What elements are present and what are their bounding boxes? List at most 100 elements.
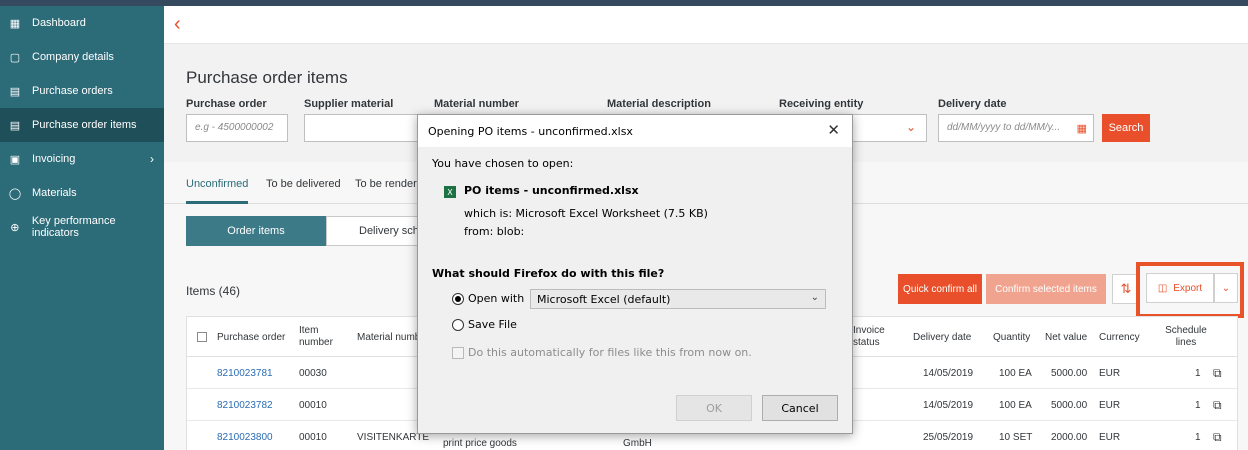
application-select[interactable]: Microsoft Excel (default) ⌄ xyxy=(530,289,826,309)
items-count: Items (46) xyxy=(186,284,241,298)
sidebar-item-label: Dashboard xyxy=(32,17,86,29)
save-file-radio[interactable] xyxy=(452,319,464,331)
supplier-material-input[interactable] xyxy=(304,114,418,142)
dashboard-icon: ▦ xyxy=(9,17,21,30)
confirm-selected-items-button[interactable]: Confirm selected items xyxy=(986,274,1106,304)
header-quantity[interactable]: Quantity xyxy=(993,317,1030,357)
chevron-down-icon: ⌄ xyxy=(810,292,819,303)
tab-to-be-rendered[interactable]: To be rendered xyxy=(355,178,421,190)
header-purchase-order[interactable]: Purchase order xyxy=(217,317,285,357)
calendar-icon[interactable]: ▦ xyxy=(1077,122,1087,135)
ok-button[interactable]: OK xyxy=(676,395,752,421)
select-all-checkbox[interactable] xyxy=(197,317,207,357)
delivery-date-cell: 14/05/2019 xyxy=(923,399,974,411)
delivery-date-label: Delivery date xyxy=(938,98,1007,110)
po-link[interactable]: 8210023800 xyxy=(217,421,273,450)
schedule-lines-cell: 1 xyxy=(1195,367,1201,379)
item-number-cell: 00010 xyxy=(299,431,327,443)
sidebar: ▦ Dashboard ▢ Company details ▤ Purchase… xyxy=(0,6,164,450)
net-value-cell: 5000.00 xyxy=(1051,367,1088,379)
active-tab-indicator xyxy=(186,201,248,204)
open-with-radio[interactable] xyxy=(452,293,464,305)
invoice-icon: ▣ xyxy=(9,153,21,166)
open-external-icon[interactable]: ⧉ xyxy=(1213,357,1222,389)
auto-action-checkbox[interactable] xyxy=(452,347,464,359)
save-file-label[interactable]: Save File xyxy=(468,318,517,331)
sidebar-item-kpi[interactable]: ⊕ Key performance indicators xyxy=(0,210,164,244)
sidebar-item-materials[interactable]: ◯ Materials xyxy=(0,176,164,210)
sidebar-item-invoicing[interactable]: ▣ Invoicing › xyxy=(0,142,164,176)
dialog-filename: PO items - unconfirmed.xlsx xyxy=(464,184,639,197)
po-link[interactable]: 8210023781 xyxy=(217,357,273,389)
list-icon: ▤ xyxy=(9,119,21,132)
delivery-date-input[interactable]: dd/MM/yyyy to dd/MM/y... ▦ xyxy=(938,114,1094,142)
open-with-label[interactable]: Open with xyxy=(468,292,524,305)
receiving-entity-label: Receiving entity xyxy=(779,98,864,110)
currency-cell: EUR xyxy=(1099,399,1121,411)
material-description-label: Material description xyxy=(607,98,711,110)
header-invoice-status[interactable]: Invoice status xyxy=(853,317,893,357)
sidebar-item-label: Invoicing xyxy=(32,153,76,165)
cancel-button[interactable]: Cancel xyxy=(762,395,838,421)
building-icon: ▢ xyxy=(9,51,21,64)
header-item-number[interactable]: Item number xyxy=(299,317,339,357)
quantity-cell: 100 EA xyxy=(999,399,1032,411)
sidebar-item-label: Purchase order items xyxy=(32,119,137,131)
open-external-icon[interactable]: ⧉ xyxy=(1213,389,1222,421)
search-button[interactable]: Search xyxy=(1102,114,1150,142)
quantity-cell: 100 EA xyxy=(999,367,1032,379)
download-dialog: Opening PO items - unconfirmed.xlsx ✕ Yo… xyxy=(417,114,853,434)
schedule-lines-cell: 1 xyxy=(1195,431,1201,443)
application-select-value: Microsoft Excel (default) xyxy=(537,293,671,306)
item-number-cell: 00010 xyxy=(299,399,327,411)
sidebar-item-dashboard[interactable]: ▦ Dashboard xyxy=(0,6,164,40)
purchase-order-input[interactable]: e.g - 4500000002 xyxy=(186,114,288,142)
dialog-file-type: which is: Microsoft Excel Worksheet (7.5… xyxy=(464,207,708,220)
open-external-icon[interactable]: ⧉ xyxy=(1213,421,1222,450)
close-icon[interactable]: ✕ xyxy=(827,121,840,139)
chevron-down-icon: ⌄ xyxy=(906,120,917,134)
sidebar-item-label: Company details xyxy=(32,51,114,63)
back-chevron-icon[interactable]: ‹ xyxy=(174,14,181,34)
sidebar-item-label: Key performance indicators xyxy=(31,215,116,239)
delivery-date-cell: 25/05/2019 xyxy=(923,431,974,443)
sidebar-item-label: Purchase orders xyxy=(32,85,113,97)
quick-confirm-all-button[interactable]: Quick confirm all xyxy=(898,274,982,304)
sidebar-item-purchase-orders[interactable]: ▤ Purchase orders xyxy=(0,74,164,108)
material-number-label: Material number xyxy=(434,98,519,110)
purchase-order-label: Purchase order xyxy=(186,98,267,110)
materials-icon: ◯ xyxy=(8,187,22,200)
schedule-lines-cell: 1 xyxy=(1195,399,1201,411)
dialog-question: What should Firefox do with this file? xyxy=(432,267,665,280)
header-currency[interactable]: Currency xyxy=(1099,317,1140,357)
highlight-box xyxy=(1136,262,1244,318)
po-link[interactable]: 8210023782 xyxy=(217,389,273,421)
tab-unconfirmed[interactable]: Unconfirmed xyxy=(186,178,248,190)
currency-cell: EUR xyxy=(1099,367,1121,379)
sidebar-item-purchase-order-items[interactable]: ▤ Purchase order items xyxy=(0,108,164,142)
kpi-icon: ⊕ xyxy=(10,221,20,234)
sidebar-item-company-details[interactable]: ▢ Company details xyxy=(0,40,164,74)
sidebar-item-label: Materials xyxy=(32,187,77,199)
quantity-cell: 10 SET xyxy=(999,431,1033,443)
net-value-cell: 5000.00 xyxy=(1051,399,1088,411)
segment-delivery-schedules[interactable]: Delivery schedules xyxy=(326,216,418,246)
tab-to-be-delivered[interactable]: To be delivered xyxy=(266,178,341,190)
header-schedule-lines[interactable]: Schedule lines xyxy=(1165,317,1207,357)
segment-order-items[interactable]: Order items xyxy=(186,216,326,246)
dialog-title: Opening PO items - unconfirmed.xlsx xyxy=(428,125,633,138)
supplier-material-label: Supplier material xyxy=(304,98,394,110)
dialog-file-source: from: blob: xyxy=(464,225,525,238)
dialog-chosen-text: You have chosen to open: xyxy=(432,157,574,170)
auto-action-label: Do this automatically for files like thi… xyxy=(468,346,752,359)
delivery-date-cell: 14/05/2019 xyxy=(923,367,974,379)
page-title: Purchase order items xyxy=(186,68,348,87)
header-delivery-date[interactable]: Delivery date xyxy=(913,317,971,357)
header-net-value[interactable]: Net value xyxy=(1045,317,1087,357)
navigation-bar: ‹ xyxy=(164,6,1248,44)
dialog-body: You have chosen to open: X PO items - un… xyxy=(418,147,852,433)
item-number-cell: 00030 xyxy=(299,367,327,379)
document-icon: ▤ xyxy=(9,85,21,98)
chevron-right-icon: › xyxy=(150,152,154,166)
header-material-number[interactable]: Material numb xyxy=(357,317,417,357)
